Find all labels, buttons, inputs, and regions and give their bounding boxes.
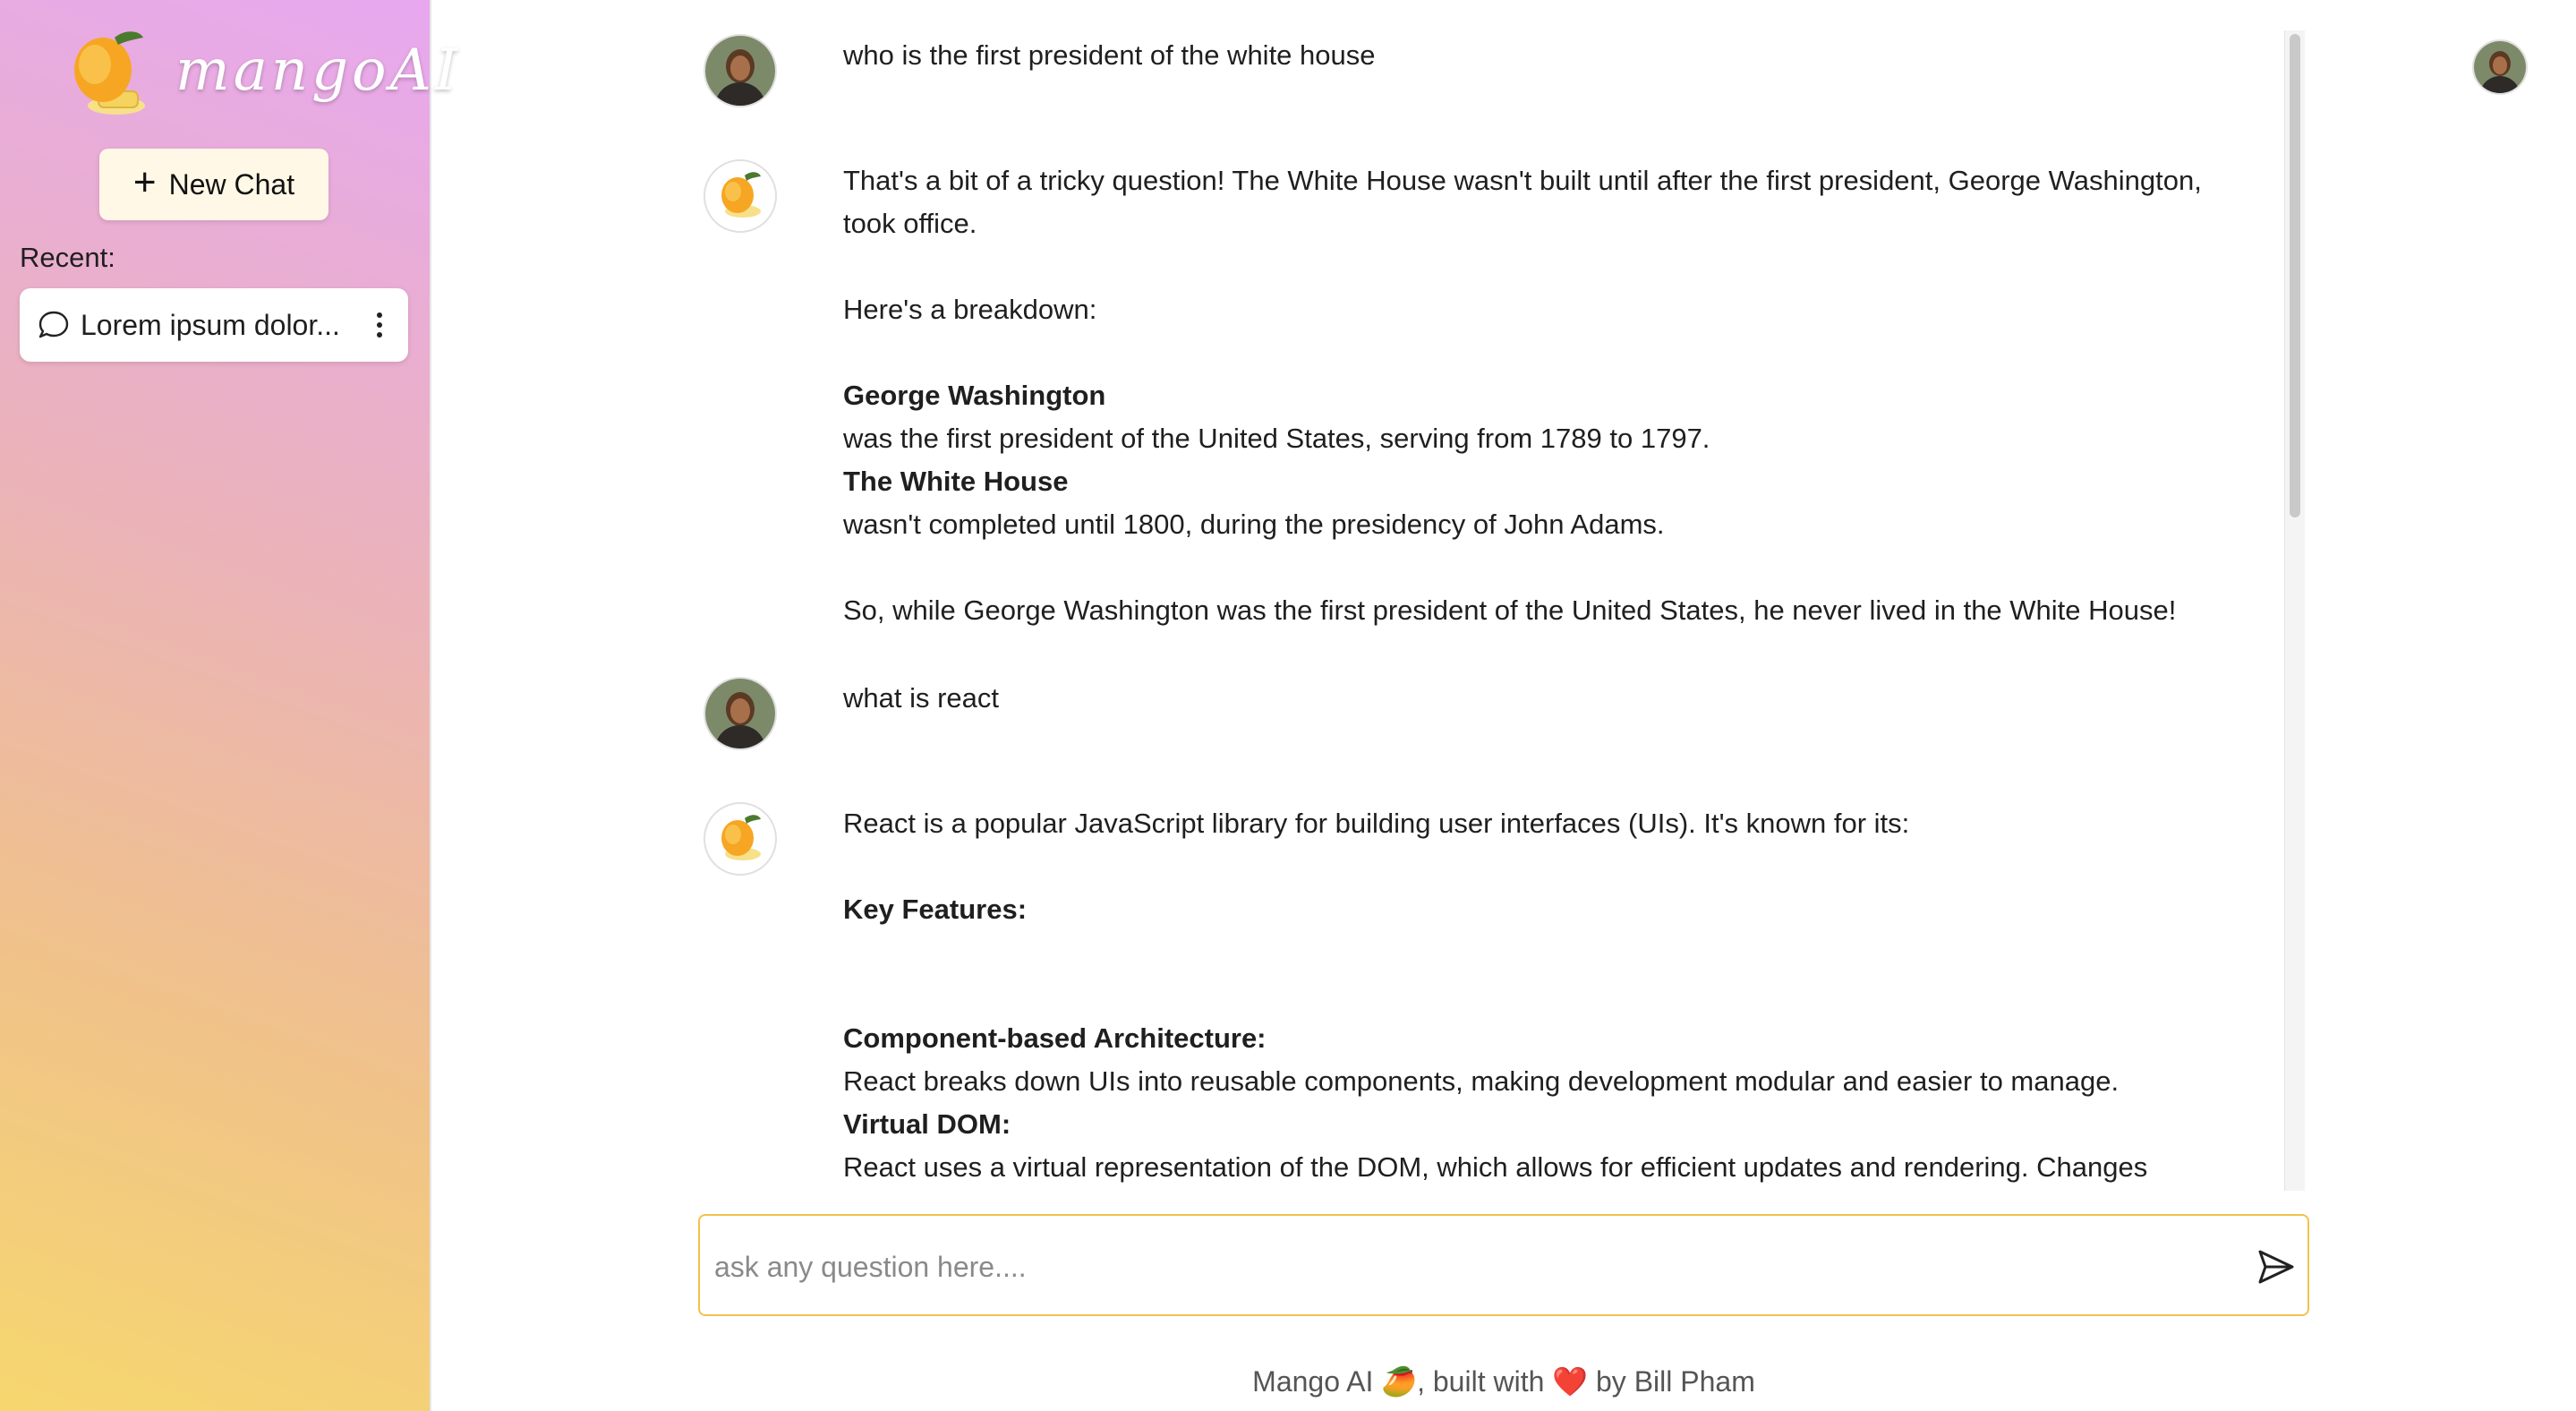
bold-heading: The White House <box>843 466 1069 497</box>
footer-credit: Mango AI 🥭, built with ❤️ by Bill Pham <box>1252 1365 1755 1398</box>
profile-avatar[interactable] <box>2472 39 2528 95</box>
message-paragraph: Here's a breakdown: <box>843 294 1097 325</box>
message-text: what is react <box>843 677 2239 720</box>
bold-heading: Key Features: <box>843 894 1028 925</box>
app-logo-text: mangoAI <box>175 38 462 104</box>
chat-scrollbar[interactable] <box>2284 30 2305 1191</box>
recent-chat-title: Lorem ipsum dolor... <box>81 308 340 341</box>
message-paragraph: That's a bit of a tricky question! The W… <box>843 165 2202 239</box>
recent-chat-item[interactable]: Lorem ipsum dolor... <box>20 288 408 362</box>
message-text: React is a popular JavaScript library fo… <box>843 802 2239 1189</box>
chat-bubble-icon <box>38 311 69 338</box>
message-text: who is the first president of the white … <box>843 34 2239 77</box>
question-input[interactable] <box>712 1239 2193 1295</box>
mango-logo-icon <box>74 31 145 115</box>
message-line: React uses a virtual representation of t… <box>843 1151 2148 1183</box>
message-text: That's a bit of a tricky question! The W… <box>843 159 2239 632</box>
mango-avatar <box>704 159 777 233</box>
chat-messages: who is the first president of the white … <box>698 0 2273 1191</box>
bold-heading: Component-based Architecture: <box>843 1022 1267 1054</box>
message-line: who is the first president of the white … <box>843 39 1376 71</box>
user-avatar <box>704 677 777 750</box>
chat-input-container <box>698 1214 2309 1316</box>
new-chat-button[interactable]: + New Chat <box>99 149 328 220</box>
more-vertical-icon[interactable] <box>371 307 388 343</box>
recent-heading: Recent: <box>20 242 115 273</box>
sidebar: mangoAI + New Chat Recent: Lorem ipsum d… <box>0 0 457 1411</box>
plus-icon: + <box>132 160 157 204</box>
message-line: React breaks down UIs into reusable comp… <box>843 1065 2120 1097</box>
bold-heading: Virtual DOM: <box>843 1108 1011 1140</box>
scrollbar-thumb[interactable] <box>2290 34 2300 517</box>
user-avatar <box>704 34 777 107</box>
message-paragraph: React is a popular JavaScript library fo… <box>843 808 1910 839</box>
send-icon[interactable] <box>2256 1246 2297 1287</box>
message-line: wasn't completed until 1800, during the … <box>843 509 1665 540</box>
mango-avatar <box>704 802 777 876</box>
message-line: was the first president of the United St… <box>843 423 1710 454</box>
app-logo[interactable]: mangoAI <box>63 25 457 124</box>
bold-heading: George Washington <box>843 380 1106 411</box>
new-chat-label: New Chat <box>168 167 295 201</box>
message-paragraph: So, while George Washington was the firs… <box>843 594 2177 626</box>
message-line: what is react <box>843 682 1000 714</box>
